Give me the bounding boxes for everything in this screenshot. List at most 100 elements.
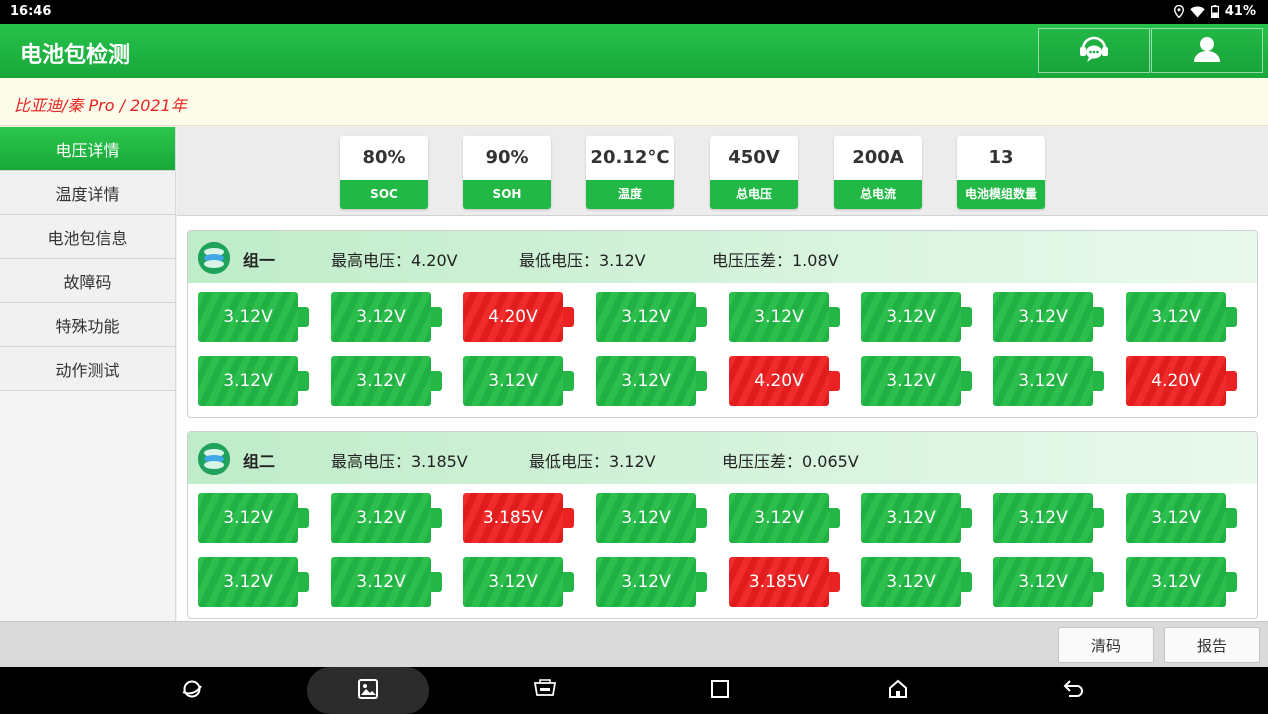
group-max-voltage: 最高电压：3.185V xyxy=(331,452,468,471)
cell-voltage: 3.12V xyxy=(198,557,298,607)
battery-cell: 3.12V xyxy=(861,557,973,607)
stat-card-soc: 80% SOC xyxy=(340,136,428,209)
vehicle-bar: 比亚迪/秦 Pro / 2021年 xyxy=(0,78,1268,126)
cell-voltage: 3.12V xyxy=(198,356,298,406)
cell-terminal xyxy=(1093,508,1104,528)
cell-voltage: 3.12V xyxy=(1126,292,1226,342)
battery-cell: 3.12V xyxy=(1126,557,1238,607)
report-button[interactable]: 报告 xyxy=(1164,627,1260,663)
system-nav-bar xyxy=(0,667,1268,714)
battery-cell: 3.12V xyxy=(331,356,443,406)
sidebar: 电压详情 温度详情 电池包信息 故障码 特殊功能 动作测试 xyxy=(0,127,176,621)
nav-gallery-button[interactable] xyxy=(307,667,429,714)
stat-label: SOC xyxy=(340,180,428,209)
battery-cell: 3.185V xyxy=(729,557,841,607)
sidebar-item-voltage[interactable]: 电压详情 xyxy=(0,127,175,171)
group-voltage-diff: 电压压差：1.08V xyxy=(712,251,839,270)
cell-voltage: 3.12V xyxy=(993,493,1093,543)
cell-terminal xyxy=(431,371,442,391)
battery-cell: 3.12V xyxy=(729,493,841,543)
action-footer: 清码 报告 xyxy=(0,621,1268,667)
group-max-voltage: 最高电压：4.20V xyxy=(331,251,458,270)
battery-percent: 41% xyxy=(1224,4,1256,19)
group-header: 组二 最高电压：3.185V 最低电压：3.12V 电压压差：0.065V xyxy=(188,432,1257,484)
stat-value: 80% xyxy=(362,147,406,168)
cell-voltage: 3.12V xyxy=(993,292,1093,342)
battery-cell: 4.20V xyxy=(1126,356,1238,406)
cell-voltage: 3.12V xyxy=(993,356,1093,406)
battery-cell: 3.12V xyxy=(596,493,708,543)
cell-voltage: 3.12V xyxy=(1126,493,1226,543)
cell-voltage: 3.12V xyxy=(993,557,1093,607)
nav-back-button[interactable] xyxy=(1034,667,1114,714)
group-name: 组二 xyxy=(243,452,276,471)
sidebar-item-action-test[interactable]: 动作测试 xyxy=(0,347,175,391)
stat-label: SOH xyxy=(463,180,551,209)
location-icon xyxy=(1173,5,1184,18)
cell-voltage: 3.12V xyxy=(198,292,298,342)
cell-voltage: 3.12V xyxy=(331,356,431,406)
cell-voltage: 3.12V xyxy=(729,292,829,342)
cell-voltage: 3.12V xyxy=(596,356,696,406)
cell-voltage: 3.12V xyxy=(331,557,431,607)
support-button[interactable] xyxy=(1038,28,1150,73)
cell-terminal xyxy=(696,307,707,327)
home-icon xyxy=(887,678,909,704)
sidebar-item-fault-codes[interactable]: 故障码 xyxy=(0,259,175,303)
nav-recents-button[interactable] xyxy=(680,667,760,714)
battery-stack-icon xyxy=(198,242,230,274)
sidebar-item-temperature[interactable]: 温度详情 xyxy=(0,171,175,215)
sidebar-item-pack-info[interactable]: 电池包信息 xyxy=(0,215,175,259)
cell-terminal xyxy=(961,307,972,327)
battery-stack-icon xyxy=(198,443,230,475)
battery-cell: 3.12V xyxy=(596,557,708,607)
stat-label: 温度 xyxy=(586,180,674,209)
stat-card-module-count: 13 电池模组数量 xyxy=(957,136,1045,209)
nav-home-button[interactable] xyxy=(858,667,938,714)
cell-terminal xyxy=(563,508,574,528)
cell-voltage: 3.185V xyxy=(729,557,829,607)
cell-terminal xyxy=(1226,508,1237,528)
vci-icon xyxy=(532,678,558,703)
cell-terminal xyxy=(961,508,972,528)
sidebar-item-special-functions[interactable]: 特殊功能 xyxy=(0,303,175,347)
clear-codes-button[interactable]: 清码 xyxy=(1058,627,1154,663)
battery-cell: 3.12V xyxy=(1126,493,1238,543)
group-header: 组一 最高电压：4.20V 最低电压：3.12V 电压压差：1.08V xyxy=(188,231,1257,283)
battery-cell: 3.12V xyxy=(596,292,708,342)
battery-cell: 3.12V xyxy=(198,292,310,342)
battery-cell: 3.12V xyxy=(1126,292,1238,342)
battery-cell: 3.12V xyxy=(463,557,575,607)
cell-terminal xyxy=(431,307,442,327)
status-time: 16:46 xyxy=(10,4,52,19)
group-name: 组一 xyxy=(243,251,276,270)
user-button[interactable] xyxy=(1151,28,1263,73)
stat-value: 200A xyxy=(852,147,904,168)
cell-voltage: 3.12V xyxy=(596,292,696,342)
cell-voltage: 4.20V xyxy=(1126,356,1226,406)
stat-label: 总电压 xyxy=(710,180,798,209)
nav-browser-button[interactable] xyxy=(152,667,232,714)
cell-terminal xyxy=(829,371,840,391)
cell-voltage: 3.12V xyxy=(729,493,829,543)
cell-terminal xyxy=(298,371,309,391)
browser-icon xyxy=(181,678,203,704)
group-min-voltage: 最低电压：3.12V xyxy=(529,452,656,471)
cell-terminal xyxy=(696,508,707,528)
cell-group-1: 组一 最高电压：4.20V 最低电压：3.12V 电压压差：1.08V 3.12… xyxy=(187,230,1258,418)
cell-terminal xyxy=(829,572,840,592)
battery-cell: 3.12V xyxy=(198,356,310,406)
stat-value: 20.12°C xyxy=(590,147,670,168)
battery-cell: 3.12V xyxy=(993,557,1105,607)
status-bar: 16:46 41% xyxy=(0,0,1268,24)
battery-cell: 3.12V xyxy=(331,493,443,543)
cell-voltage: 3.12V xyxy=(861,292,961,342)
battery-cell: 3.12V xyxy=(331,292,443,342)
nav-vci-button[interactable] xyxy=(505,667,585,714)
cell-terminal xyxy=(1226,572,1237,592)
back-icon xyxy=(1063,678,1085,704)
stats-bar: 80% SOC 90% SOH 20.12°C 温度 450V 总电压 200A… xyxy=(177,127,1268,216)
page-title: 电池包检测 xyxy=(20,43,131,68)
cell-voltage: 3.12V xyxy=(463,557,563,607)
cell-terminal xyxy=(298,508,309,528)
